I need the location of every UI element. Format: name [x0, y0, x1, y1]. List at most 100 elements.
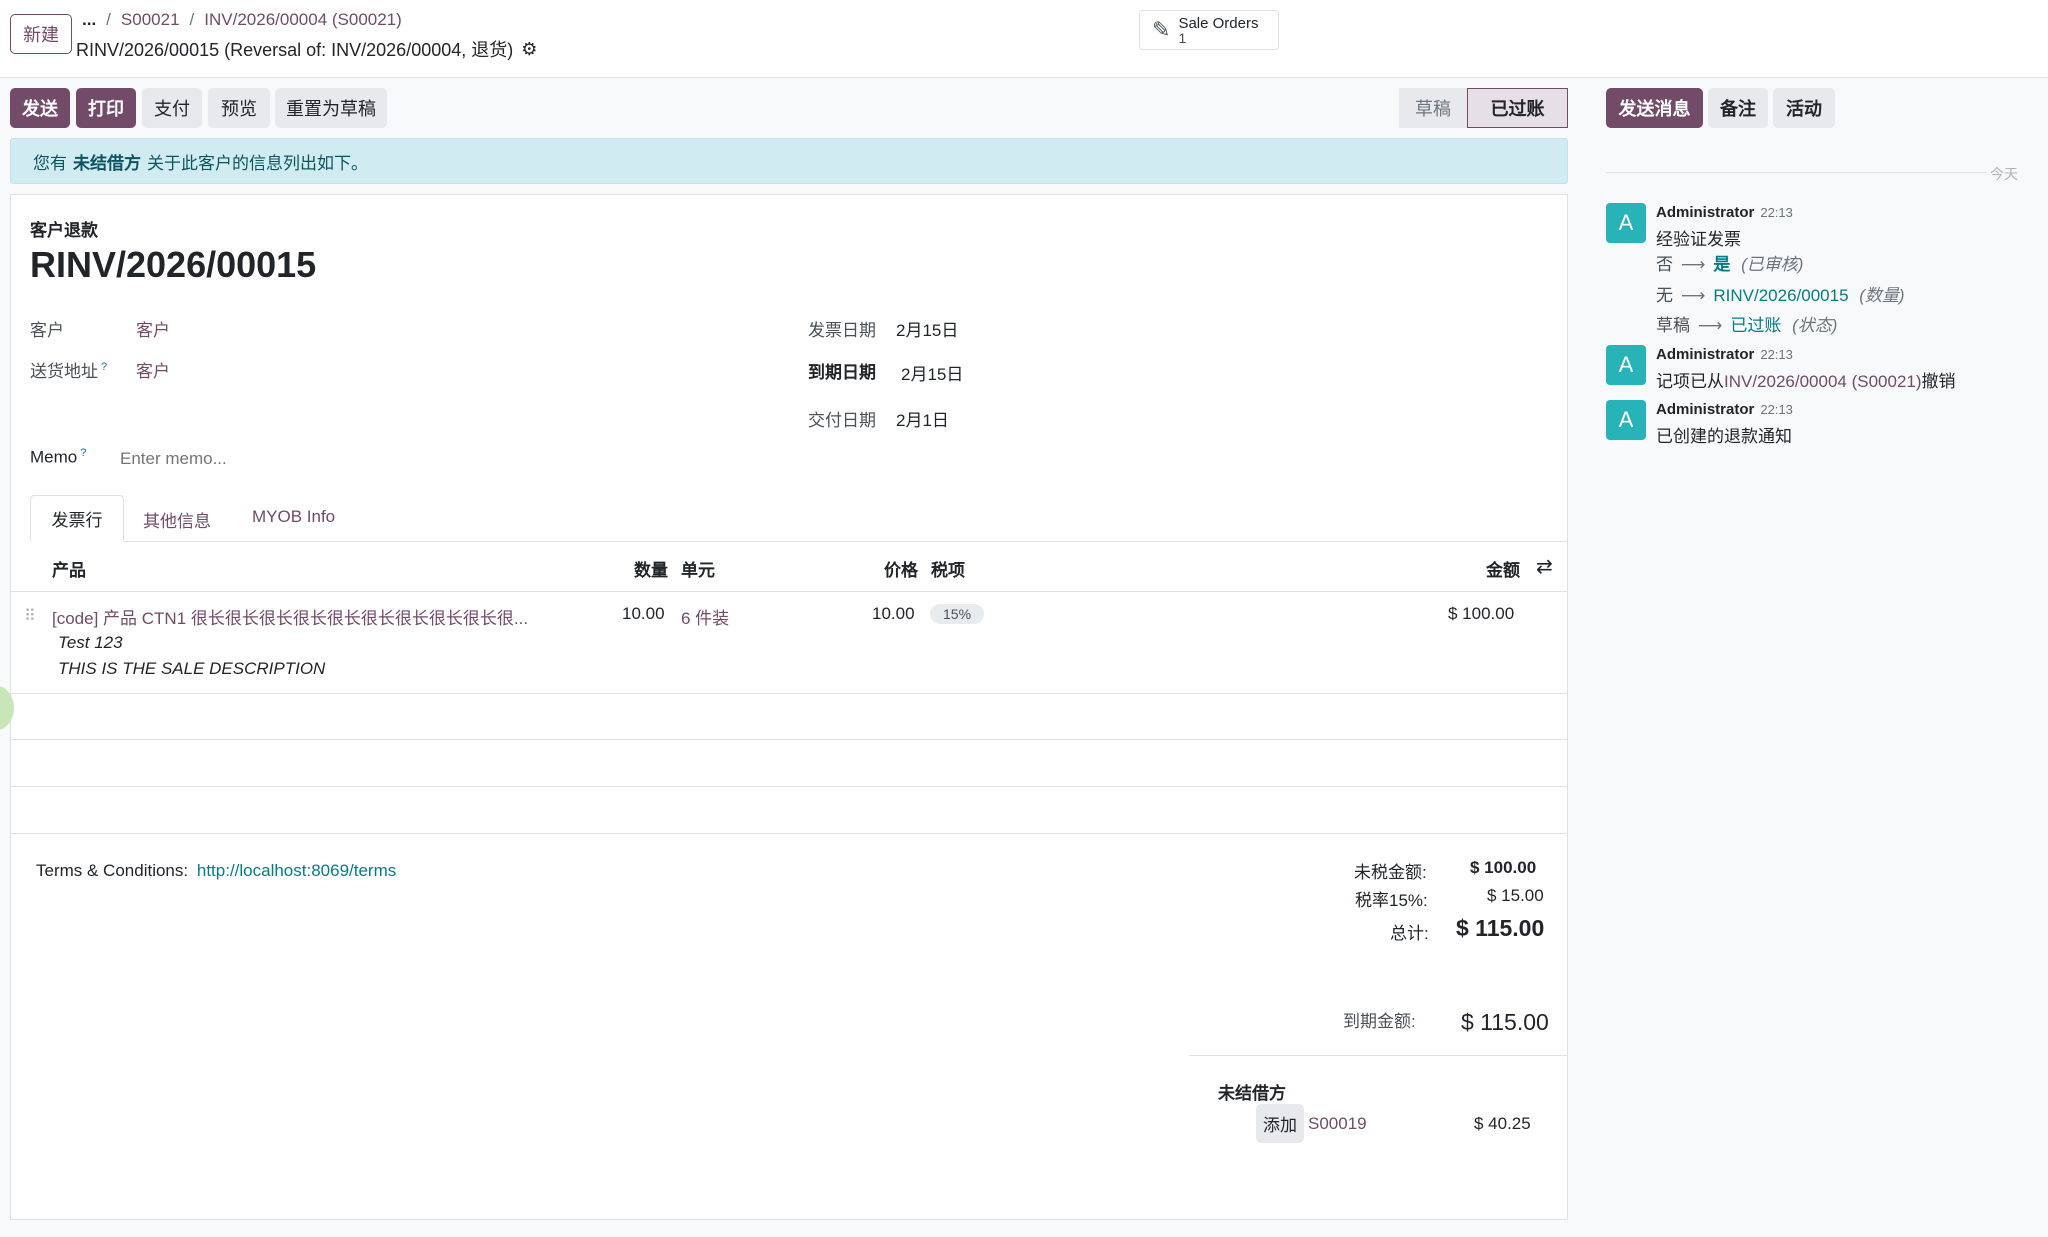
- avatar[interactable]: A: [1606, 400, 1646, 440]
- tracking-value: 草稿 ⟶ 已过账 (状态): [1656, 311, 1837, 336]
- lines-header: [11, 542, 1567, 592]
- delivery-date-field[interactable]: 2月1日: [896, 406, 949, 431]
- record-title: RINV/2026/00015 (Reversal of: INV/2026/0…: [76, 40, 514, 60]
- delivery-address-label: 送货地址?: [30, 357, 107, 382]
- terms-link[interactable]: http://localhost:8069/terms: [197, 861, 396, 880]
- col-header-taxes[interactable]: 税项: [931, 556, 965, 581]
- alert-suffix: 关于此客户的信息列出如下。: [147, 153, 368, 173]
- pay-button[interactable]: 支付: [142, 88, 202, 128]
- message-link[interactable]: INV/2026/00004 (S00021): [1724, 372, 1922, 391]
- outstanding-title: 未结借方: [1218, 1084, 1286, 1103]
- empty-row: [11, 787, 1567, 834]
- breadcrumb-separator: /: [189, 10, 195, 29]
- line-price[interactable]: 10.00: [872, 604, 915, 624]
- log-note-button[interactable]: 备注: [1708, 88, 1768, 128]
- smart-button-label: Sale Orders: [1178, 14, 1259, 32]
- tracking-old: 无: [1656, 286, 1673, 305]
- message-author[interactable]: Administrator: [1656, 346, 1754, 363]
- column-settings-icon[interactable]: ⇄: [1536, 554, 1553, 579]
- line-uom[interactable]: 6 件装: [681, 604, 729, 629]
- col-header-product[interactable]: 产品: [52, 556, 86, 581]
- message-header: Administrator 22:13: [1656, 344, 1793, 364]
- col-header-price[interactable]: 价格: [884, 556, 918, 581]
- empty-row: [11, 740, 1567, 787]
- tab-other-info[interactable]: 其他信息: [143, 507, 211, 532]
- status-posted[interactable]: 已过账: [1467, 88, 1568, 128]
- tracking-new: 已过账: [1730, 316, 1782, 335]
- page-title: RINV/2026/00015 (Reversal of: INV/2026/0…: [76, 36, 537, 62]
- customer-field[interactable]: 客户: [136, 316, 170, 341]
- delivery-address-field[interactable]: 客户: [136, 357, 170, 382]
- line-amount: $ 100.00: [1448, 604, 1515, 623]
- tracking-new: RINV/2026/00015: [1713, 286, 1849, 305]
- breadcrumb-item-sale-order[interactable]: S00021: [121, 10, 180, 30]
- message-time: 22:13: [1760, 347, 1793, 362]
- untaxed-amount-value: $ 100.00: [1470, 858, 1537, 877]
- line-desc-2: THIS IS THE SALE DESCRIPTION: [58, 659, 326, 678]
- total-label: 总计:: [1390, 924, 1429, 943]
- invoice-date-label: 发票日期: [808, 321, 876, 340]
- sale-orders-smart-button[interactable]: ✎ Sale Orders 1: [1139, 10, 1279, 50]
- tracking-new: 是: [1713, 255, 1731, 274]
- delivery-date-label: 交付日期: [808, 411, 876, 430]
- breadcrumb-item-invoice[interactable]: INV/2026/00004 (S00021): [204, 10, 402, 30]
- smart-button-count: 1: [1178, 29, 1187, 46]
- message-body: 经验证发票: [1656, 230, 1741, 249]
- gear-icon[interactable]: ⚙: [521, 39, 537, 60]
- status-draft[interactable]: 草稿: [1399, 88, 1467, 128]
- avatar[interactable]: A: [1606, 345, 1646, 385]
- breadcrumb-more-button[interactable]: ...: [82, 10, 96, 30]
- control-panel: 新建 ... / S00021 / INV/2026/00004 (S00021…: [0, 0, 2048, 78]
- reset-to-draft-button[interactable]: 重置为草稿: [275, 88, 387, 128]
- terms-and-conditions: Terms & Conditions: http://localhost:806…: [36, 861, 396, 881]
- help-icon[interactable]: ?: [101, 361, 107, 373]
- outstanding-divider: [1189, 1055, 1567, 1056]
- empty-row: [11, 694, 1567, 740]
- message-header: Administrator 22:13: [1656, 399, 1793, 419]
- col-header-uom[interactable]: 单元: [681, 556, 715, 581]
- memo-label: Memo?: [30, 447, 86, 468]
- preview-button[interactable]: 预览: [208, 88, 270, 128]
- breadcrumb: ... / S00021 / INV/2026/00004 (S00021): [82, 10, 402, 30]
- line-product[interactable]: [code] 产品 CTN1 很长很长很长很长很长很长很长很长很长很...: [52, 604, 528, 629]
- customer-label: 客户: [30, 321, 64, 340]
- message-author[interactable]: Administrator: [1656, 204, 1754, 221]
- print-button[interactable]: 打印: [76, 88, 136, 128]
- message-time: 22:13: [1760, 402, 1793, 417]
- amount-due-value: $ 115.00: [1461, 1009, 1549, 1035]
- tax-amount-value: $ 15.00: [1487, 886, 1544, 905]
- memo-input[interactable]: [120, 446, 580, 472]
- activities-button[interactable]: 活动: [1773, 88, 1835, 128]
- today-divider: [1606, 172, 1986, 173]
- col-header-quantity[interactable]: 数量: [634, 556, 668, 581]
- message-text: 记项已从: [1656, 372, 1724, 391]
- help-icon[interactable]: ?: [80, 447, 86, 459]
- amount-due-label: 到期金额:: [1343, 1012, 1416, 1031]
- tab-invoice-lines[interactable]: 发票行: [30, 495, 124, 542]
- line-quantity[interactable]: 10.00: [622, 604, 665, 624]
- outstanding-amount: $ 40.25: [1474, 1114, 1531, 1133]
- add-outstanding-button[interactable]: 添加: [1256, 1104, 1304, 1143]
- arrow-right-icon: ⟶: [1681, 255, 1706, 274]
- alert-prefix: 您有: [33, 153, 67, 173]
- message-author[interactable]: Administrator: [1656, 401, 1754, 418]
- invoice-date-field[interactable]: 2月15日: [896, 316, 958, 341]
- tax-badge[interactable]: 15%: [930, 604, 985, 624]
- tab-myob-info[interactable]: MYOB Info: [252, 507, 335, 527]
- delivery-address-text: 送货地址: [30, 362, 98, 381]
- due-date-field[interactable]: 2月15日: [901, 360, 963, 385]
- drag-handle-icon[interactable]: ⠿: [24, 606, 36, 626]
- status-bar: 草稿 已过账: [1399, 88, 1568, 128]
- message-time: 22:13: [1760, 205, 1793, 220]
- tracking-value: 否 ⟶ 是 (已审核): [1656, 250, 1803, 275]
- send-button[interactable]: 发送: [10, 88, 70, 128]
- col-header-amount[interactable]: 金额: [1486, 556, 1520, 581]
- outstanding-ref[interactable]: S00019: [1308, 1114, 1367, 1134]
- new-button[interactable]: 新建: [10, 14, 72, 54]
- message-body: 已创建的退款通知: [1656, 427, 1792, 446]
- record-name: RINV/2026/00015: [30, 244, 317, 285]
- avatar[interactable]: A: [1606, 203, 1646, 243]
- tracking-old: 草稿: [1656, 316, 1690, 335]
- send-message-button[interactable]: 发送消息: [1606, 88, 1703, 128]
- line-desc-1: Test 123: [58, 633, 123, 652]
